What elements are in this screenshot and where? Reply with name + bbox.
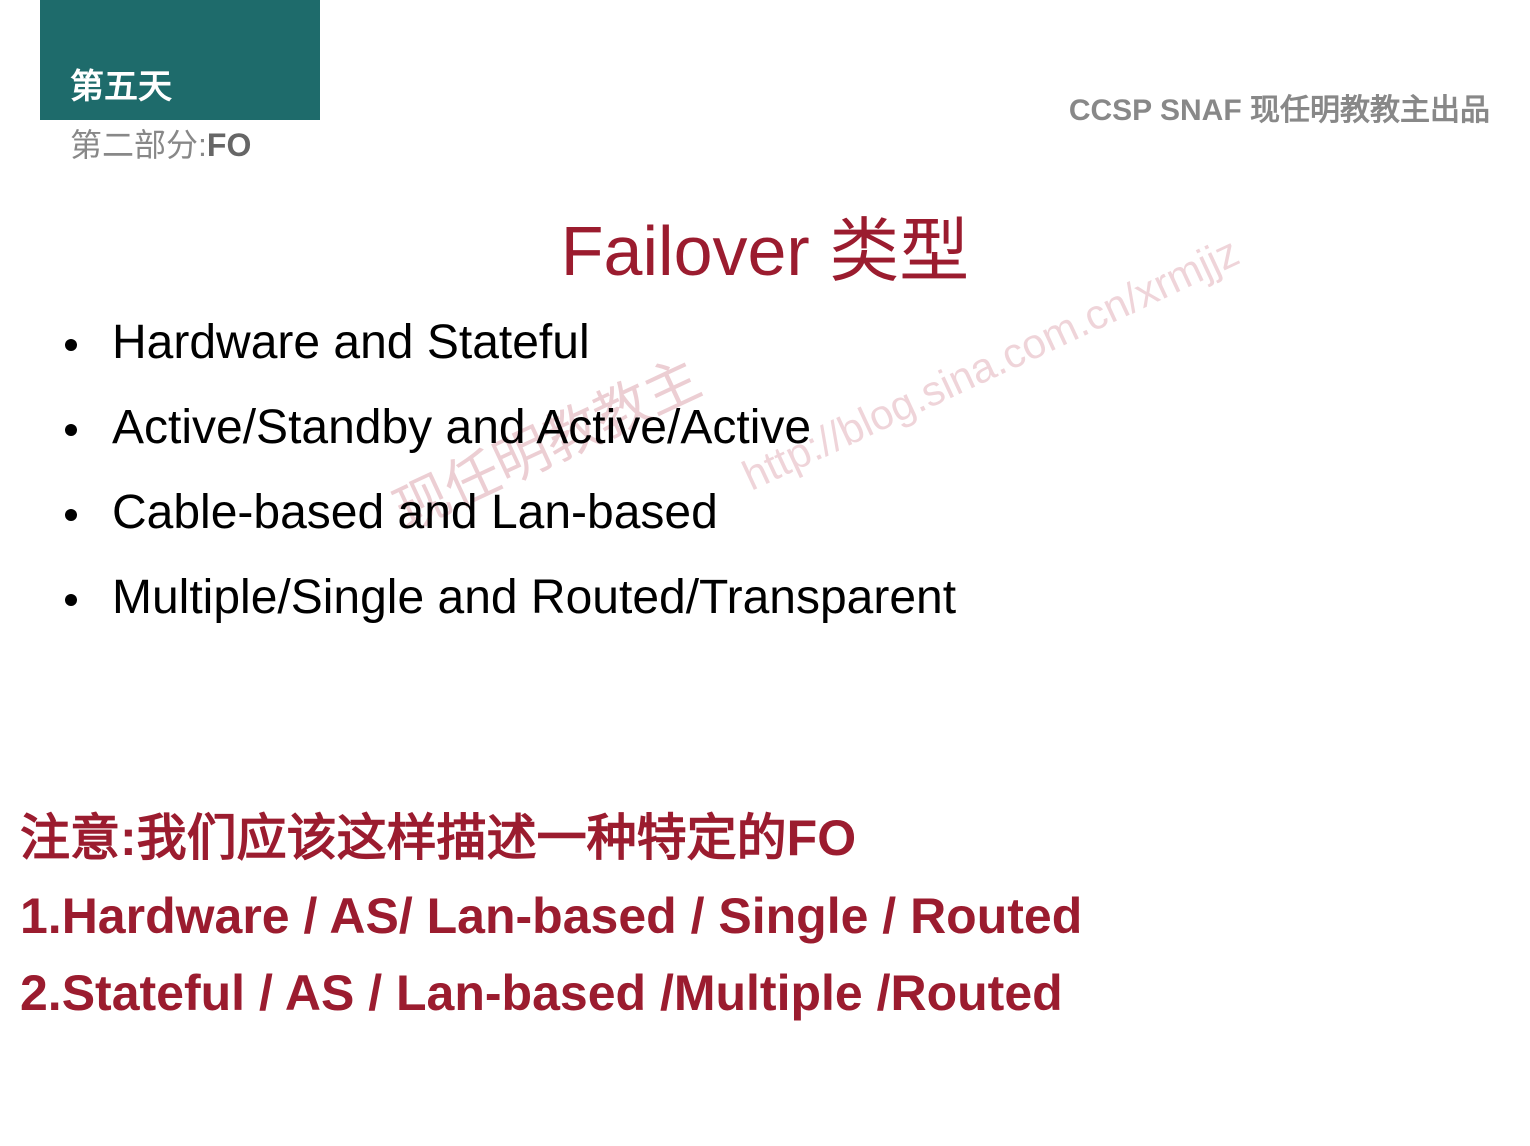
bullet-text: Active/Standby and Active/Active	[112, 400, 811, 455]
bullet-icon	[65, 424, 77, 436]
note-line-1: 注意:我们应该这样描述一种特定的FO	[20, 800, 1082, 878]
header-day-label: 第五天	[70, 59, 172, 108]
note-section: 注意:我们应该这样描述一种特定的FO 1.Hardware / AS/ Lan-…	[20, 800, 1082, 1033]
header-block: 第五天	[40, 0, 320, 120]
bullet-text: Cable-based and Lan-based	[112, 485, 718, 540]
bullet-icon	[65, 509, 77, 521]
list-item: Multiple/Single and Routed/Transparent	[65, 570, 956, 625]
bullet-icon	[65, 594, 77, 606]
note-line-3: 2.Stateful / AS / Lan-based /Multiple /R…	[20, 955, 1082, 1033]
header-subtitle-prefix: 第二部分:	[70, 127, 207, 163]
list-item: Hardware and Stateful	[65, 315, 956, 370]
list-item: Cable-based and Lan-based	[65, 485, 956, 540]
bullet-icon	[65, 339, 77, 351]
bullet-text: Hardware and Stateful	[112, 315, 590, 370]
note-line-2: 1.Hardware / AS/ Lan-based / Single / Ro…	[20, 878, 1082, 956]
list-item: Active/Standby and Active/Active	[65, 400, 956, 455]
header-subtitle: 第二部分:FO	[70, 120, 251, 166]
header-right-text: CCSP SNAF 现任明教教主出品	[1069, 85, 1490, 129]
bullet-text: Multiple/Single and Routed/Transparent	[112, 570, 956, 625]
slide-title: Failover 类型	[0, 195, 1530, 296]
bullet-list: Hardware and Stateful Active/Standby and…	[65, 315, 956, 655]
header-subtitle-bold: FO	[207, 127, 251, 163]
